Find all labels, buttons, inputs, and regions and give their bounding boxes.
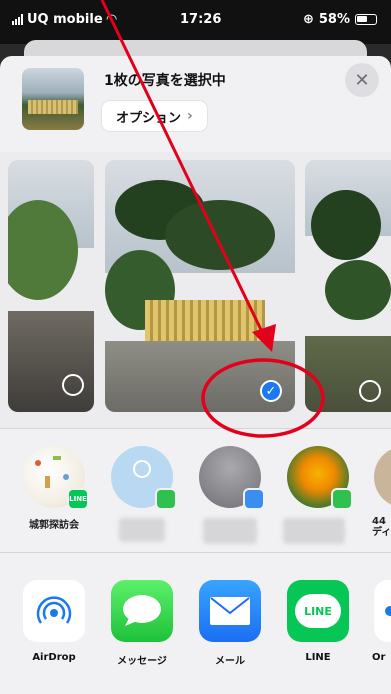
person-icon xyxy=(133,460,151,478)
line-logo: LINE xyxy=(295,594,341,628)
app-label: メール xyxy=(215,656,245,667)
contact-avatar xyxy=(287,446,353,510)
check-icon: ✓ xyxy=(265,383,277,399)
close-button[interactable]: ✕ xyxy=(345,63,379,97)
line-icon: LINE xyxy=(287,580,349,642)
photo-strip[interactable]: ✓ xyxy=(0,152,391,428)
app-other[interactable]: Or xyxy=(372,580,391,663)
options-button[interactable]: オプション › xyxy=(102,101,207,131)
share-sheet: 1枚の写真を選択中 オプション › ✕ ✓ LINE 城郭探訪会 44 ディ A… xyxy=(0,56,391,694)
orientation-lock-icon: ⊕ xyxy=(302,12,314,27)
airdrop-icon xyxy=(23,580,85,642)
clock: 17:26 xyxy=(180,12,222,27)
divider xyxy=(0,428,391,429)
app-messages[interactable]: メッセージ xyxy=(109,580,175,667)
other-icon xyxy=(374,580,391,642)
share-header: 1枚の写真を選択中 オプション › ✕ xyxy=(0,56,391,152)
close-icon: ✕ xyxy=(354,69,370,91)
contact-name: 城郭探訪会 xyxy=(29,520,79,531)
photo-left[interactable] xyxy=(8,160,94,412)
selected-photo-thumbnail xyxy=(22,68,84,130)
wifi-icon: ◠ xyxy=(106,12,117,27)
options-label: オプション xyxy=(116,110,182,126)
contact-item[interactable]: 44 ディ xyxy=(372,446,391,538)
divider xyxy=(0,552,391,553)
contact-avatar: LINE xyxy=(23,446,89,510)
battery-percent: 58% xyxy=(318,12,350,27)
app-airdrop[interactable]: AirDrop xyxy=(21,580,87,663)
app-label: LINE xyxy=(305,652,331,663)
share-apps: AirDrop メッセージ メール LINE LINE Or xyxy=(0,566,391,676)
app-label: AirDrop xyxy=(32,652,76,663)
contact-avatar xyxy=(111,446,177,510)
battery-icon xyxy=(355,14,377,25)
photo-right[interactable] xyxy=(305,160,391,412)
contact-avatar xyxy=(199,446,265,510)
suggested-contacts: LINE 城郭探訪会 44 ディ xyxy=(0,436,391,552)
carrier-name: UQ mobile xyxy=(27,12,103,27)
photo-right-select[interactable] xyxy=(359,380,381,402)
signal-icon xyxy=(12,14,23,25)
battery-status: ⊕ 58% xyxy=(303,12,377,27)
status-bar: UQ mobile ◠ 17:26 ⊕ 58% xyxy=(0,0,391,44)
app-label: メッセージ xyxy=(117,656,167,667)
carrier: UQ mobile ◠ xyxy=(12,12,117,27)
contact-item[interactable] xyxy=(109,446,177,542)
app-line[interactable]: LINE LINE xyxy=(285,580,351,663)
selection-title: 1枚の写真を選択中 xyxy=(104,73,226,89)
chevron-right-icon: › xyxy=(187,108,193,124)
contact-item[interactable]: LINE 城郭探訪会 xyxy=(21,446,89,531)
contact-item[interactable] xyxy=(283,446,353,544)
app-mail[interactable]: メール xyxy=(197,580,263,667)
mail-badge-icon xyxy=(243,488,265,510)
line-badge-icon: LINE xyxy=(67,488,89,510)
photo-center-select[interactable]: ✓ xyxy=(260,380,282,402)
contact-item[interactable] xyxy=(197,446,265,544)
contact-name: 44 ディ xyxy=(372,516,391,538)
mail-icon xyxy=(199,580,261,642)
photo-center[interactable]: ✓ xyxy=(105,160,295,412)
app-label: Or xyxy=(372,652,386,663)
photo-left-select[interactable] xyxy=(62,374,84,396)
contact-avatar xyxy=(374,446,391,508)
messages-icon xyxy=(111,580,173,642)
